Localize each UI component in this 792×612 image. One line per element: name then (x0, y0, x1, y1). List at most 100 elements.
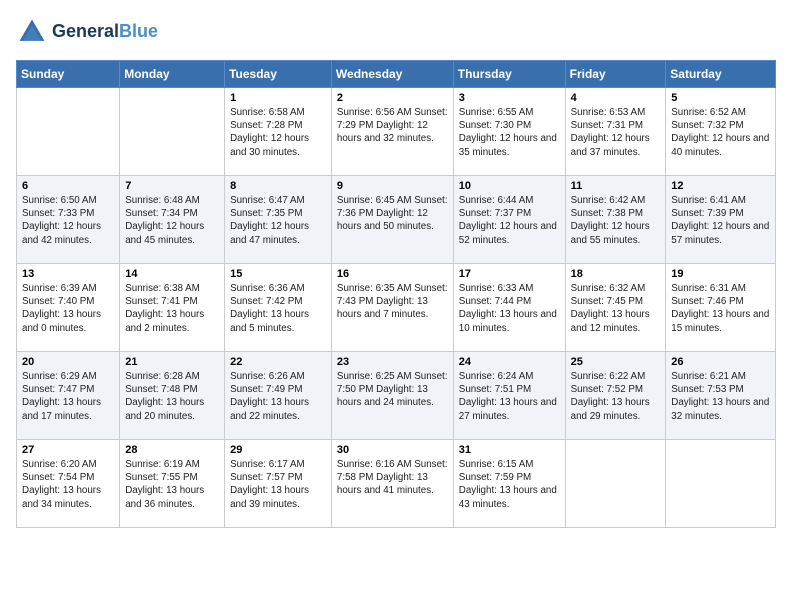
calendar-cell: 24 Sunrise: 6:24 AM Sunset: 7:51 PM Dayli… (453, 352, 565, 440)
day-number: 16 (337, 268, 448, 280)
calendar-cell: 11 Sunrise: 6:42 AM Sunset: 7:38 PM Dayli… (565, 176, 666, 264)
calendar-cell: 31 Sunrise: 6:15 AM Sunset: 7:59 PM Dayli… (453, 440, 565, 528)
weekday-header-monday: Monday (120, 61, 225, 88)
day-detail: Sunrise: 6:53 AM Sunset: 7:31 PM Dayligh… (571, 106, 661, 159)
day-number: 8 (230, 180, 326, 192)
day-detail: Sunrise: 6:45 AM Sunset: 7:36 PM Dayligh… (337, 194, 448, 234)
day-number: 23 (337, 356, 448, 368)
day-number: 11 (571, 180, 661, 192)
day-number: 18 (571, 268, 661, 280)
day-number: 9 (337, 180, 448, 192)
day-detail: Sunrise: 6:26 AM Sunset: 7:49 PM Dayligh… (230, 370, 326, 423)
day-number: 3 (459, 92, 560, 104)
day-number: 15 (230, 268, 326, 280)
day-detail: Sunrise: 6:15 AM Sunset: 7:59 PM Dayligh… (459, 458, 560, 511)
weekday-header-friday: Friday (565, 61, 666, 88)
calendar-cell: 15 Sunrise: 6:36 AM Sunset: 7:42 PM Dayli… (225, 264, 332, 352)
day-detail: Sunrise: 6:56 AM Sunset: 7:29 PM Dayligh… (337, 106, 448, 146)
day-detail: Sunrise: 6:19 AM Sunset: 7:55 PM Dayligh… (125, 458, 219, 511)
calendar-cell: 16Sunrise: 6:35 AM Sunset: 7:43 PM Dayli… (331, 264, 453, 352)
weekday-header-thursday: Thursday (453, 61, 565, 88)
calendar-cell: 14 Sunrise: 6:38 AM Sunset: 7:41 PM Dayli… (120, 264, 225, 352)
day-detail: Sunrise: 6:52 AM Sunset: 7:32 PM Dayligh… (671, 106, 770, 159)
day-detail: Sunrise: 6:50 AM Sunset: 7:33 PM Dayligh… (22, 194, 114, 247)
calendar-cell: 10 Sunrise: 6:44 AM Sunset: 7:37 PM Dayli… (453, 176, 565, 264)
day-number: 19 (671, 268, 770, 280)
day-detail: Sunrise: 6:44 AM Sunset: 7:37 PM Dayligh… (459, 194, 560, 247)
calendar-cell: 4Sunrise: 6:53 AM Sunset: 7:31 PM Daylig… (565, 88, 666, 176)
calendar-cell: 8 Sunrise: 6:47 AM Sunset: 7:35 PM Daylig… (225, 176, 332, 264)
logo-text: GeneralBlue (52, 22, 158, 42)
day-detail: Sunrise: 6:42 AM Sunset: 7:38 PM Dayligh… (571, 194, 661, 247)
calendar-cell (565, 440, 666, 528)
weekday-header-tuesday: Tuesday (225, 61, 332, 88)
calendar-cell: 20 Sunrise: 6:29 AM Sunset: 7:47 PM Dayli… (17, 352, 120, 440)
calendar-cell: 3Sunrise: 6:55 AM Sunset: 7:30 PM Daylig… (453, 88, 565, 176)
logo-icon (16, 16, 48, 48)
day-detail: Sunrise: 6:24 AM Sunset: 7:51 PM Dayligh… (459, 370, 560, 423)
day-detail: Sunrise: 6:21 AM Sunset: 7:53 PM Dayligh… (671, 370, 770, 423)
week-row-5: 27Sunrise: 6:20 AM Sunset: 7:54 PM Dayli… (17, 440, 776, 528)
day-number: 30 (337, 444, 448, 456)
week-row-1: 1Sunrise: 6:58 AM Sunset: 7:28 PM Daylig… (17, 88, 776, 176)
day-number: 14 (125, 268, 219, 280)
calendar-cell: 18 Sunrise: 6:32 AM Sunset: 7:45 PM Dayli… (565, 264, 666, 352)
day-number: 27 (22, 444, 114, 456)
calendar-cell: 25Sunrise: 6:22 AM Sunset: 7:52 PM Dayli… (565, 352, 666, 440)
calendar-cell: 28 Sunrise: 6:19 AM Sunset: 7:55 PM Dayli… (120, 440, 225, 528)
day-number: 20 (22, 356, 114, 368)
day-number: 17 (459, 268, 560, 280)
day-number: 12 (671, 180, 770, 192)
calendar-cell: 27Sunrise: 6:20 AM Sunset: 7:54 PM Dayli… (17, 440, 120, 528)
day-number: 28 (125, 444, 219, 456)
day-number: 7 (125, 180, 219, 192)
day-detail: Sunrise: 6:58 AM Sunset: 7:28 PM Dayligh… (230, 106, 326, 159)
calendar-cell: 7 Sunrise: 6:48 AM Sunset: 7:34 PM Daylig… (120, 176, 225, 264)
calendar-cell: 21Sunrise: 6:28 AM Sunset: 7:48 PM Dayli… (120, 352, 225, 440)
day-detail: Sunrise: 6:36 AM Sunset: 7:42 PM Dayligh… (230, 282, 326, 335)
day-number: 26 (671, 356, 770, 368)
calendar-cell: 29 Sunrise: 6:17 AM Sunset: 7:57 PM Dayli… (225, 440, 332, 528)
day-number: 22 (230, 356, 326, 368)
calendar-cell: 12 Sunrise: 6:41 AM Sunset: 7:39 PM Dayli… (666, 176, 776, 264)
day-detail: Sunrise: 6:25 AM Sunset: 7:50 PM Dayligh… (337, 370, 448, 410)
week-row-2: 6 Sunrise: 6:50 AM Sunset: 7:33 PM Daylig… (17, 176, 776, 264)
day-detail: Sunrise: 6:41 AM Sunset: 7:39 PM Dayligh… (671, 194, 770, 247)
day-detail: Sunrise: 6:29 AM Sunset: 7:47 PM Dayligh… (22, 370, 114, 423)
day-detail: Sunrise: 6:47 AM Sunset: 7:35 PM Dayligh… (230, 194, 326, 247)
day-number: 29 (230, 444, 326, 456)
calendar-cell: 9 Sunrise: 6:45 AM Sunset: 7:36 PM Daylig… (331, 176, 453, 264)
calendar-cell: 23 Sunrise: 6:25 AM Sunset: 7:50 PM Dayli… (331, 352, 453, 440)
day-number: 2 (337, 92, 448, 104)
calendar-cell (666, 440, 776, 528)
calendar-table: SundayMondayTuesdayWednesdayThursdayFrid… (16, 60, 776, 528)
day-detail: Sunrise: 6:16 AM Sunset: 7:58 PM Dayligh… (337, 458, 448, 498)
calendar-cell: 2 Sunrise: 6:56 AM Sunset: 7:29 PM Daylig… (331, 88, 453, 176)
day-detail: Sunrise: 6:33 AM Sunset: 7:44 PM Dayligh… (459, 282, 560, 335)
week-row-3: 13 Sunrise: 6:39 AM Sunset: 7:40 PM Dayli… (17, 264, 776, 352)
day-number: 31 (459, 444, 560, 456)
day-detail: Sunrise: 6:22 AM Sunset: 7:52 PM Dayligh… (571, 370, 661, 423)
weekday-header-wednesday: Wednesday (331, 61, 453, 88)
day-number: 24 (459, 356, 560, 368)
day-number: 10 (459, 180, 560, 192)
day-number: 6 (22, 180, 114, 192)
day-detail: Sunrise: 6:38 AM Sunset: 7:41 PM Dayligh… (125, 282, 219, 335)
day-detail: Sunrise: 6:31 AM Sunset: 7:46 PM Dayligh… (671, 282, 770, 335)
weekday-header-saturday: Saturday (666, 61, 776, 88)
day-detail: Sunrise: 6:48 AM Sunset: 7:34 PM Dayligh… (125, 194, 219, 247)
day-detail: Sunrise: 6:17 AM Sunset: 7:57 PM Dayligh… (230, 458, 326, 511)
weekday-header-sunday: Sunday (17, 61, 120, 88)
day-number: 13 (22, 268, 114, 280)
week-row-4: 20 Sunrise: 6:29 AM Sunset: 7:47 PM Dayli… (17, 352, 776, 440)
day-detail: Sunrise: 6:32 AM Sunset: 7:45 PM Dayligh… (571, 282, 661, 335)
calendar-cell (17, 88, 120, 176)
page-header: GeneralBlue (16, 16, 776, 48)
calendar-cell: 30 Sunrise: 6:16 AM Sunset: 7:58 PM Dayli… (331, 440, 453, 528)
calendar-cell: 6 Sunrise: 6:50 AM Sunset: 7:33 PM Daylig… (17, 176, 120, 264)
calendar-cell: 19 Sunrise: 6:31 AM Sunset: 7:46 PM Dayli… (666, 264, 776, 352)
calendar-cell: 26 Sunrise: 6:21 AM Sunset: 7:53 PM Dayli… (666, 352, 776, 440)
day-detail: Sunrise: 6:28 AM Sunset: 7:48 PM Dayligh… (125, 370, 219, 423)
logo: GeneralBlue (16, 16, 158, 48)
day-detail: Sunrise: 6:39 AM Sunset: 7:40 PM Dayligh… (22, 282, 114, 335)
